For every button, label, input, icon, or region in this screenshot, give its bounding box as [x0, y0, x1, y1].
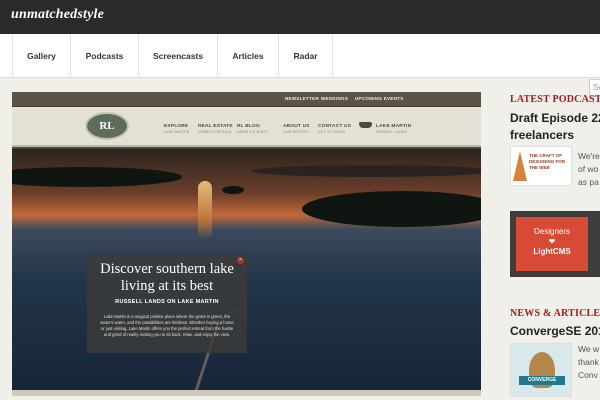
featured-nav-item: RL BLOG NEWS & EVENTS — [237, 124, 268, 134]
featured-util-bar: NEWSLETTER WEDDINGS UPCOMING EVENTS — [12, 92, 481, 107]
nav-screencasts[interactable]: Screencasts — [139, 34, 218, 78]
news-snippet-1: We w — [578, 344, 600, 354]
ad-line2: LightCMS — [533, 247, 571, 256]
shoreline-shape — [12, 167, 182, 187]
featured-nav-sub: LAKE MARTIN — [164, 130, 190, 134]
featured-logo-badge: RL — [85, 112, 129, 140]
lightcms-ad[interactable]: Designers ❤ LightCMS — [510, 211, 600, 277]
latest-podcast-heading: LATEST PODCAST — [510, 94, 600, 105]
boat-icon — [359, 122, 372, 128]
podcast-snippet-3: as pa — [578, 177, 599, 187]
nav-gallery[interactable]: Gallery — [12, 34, 71, 78]
featured-nav-sub: OUR HISTORY — [283, 130, 310, 134]
featured-nav-label: ABOUT US — [283, 124, 310, 129]
podcast-snippet-1: We're — [578, 151, 600, 161]
heart-icon: ❤ — [548, 237, 556, 246]
featured-nav-label: REAL ESTATE — [198, 124, 233, 129]
news-snippet-2: thank — [578, 357, 599, 367]
island-shape — [302, 191, 481, 227]
nav-podcasts[interactable]: Podcasts — [71, 34, 139, 78]
featured-nav-label: CONTACT US — [318, 124, 352, 129]
ad-line1: Designers — [533, 227, 570, 236]
podcast-title-line1[interactable]: Draft Episode 22: — [510, 111, 600, 125]
news-thumb-text: CONVERGE — [519, 376, 565, 385]
news-articles-heading: NEWS & ARTICLES — [510, 308, 600, 319]
podcast-thumbnail[interactable]: THE CRAFT OF DESIGNING FOR THE WEB — [510, 146, 572, 186]
featured-nav-item: CONTACT US GET IN TOUCH — [318, 124, 352, 134]
featured-site-header: RL EXPLORE LAKE MARTIN REAL ESTATE HOMES F… — [12, 107, 481, 147]
main-nav: Gallery Podcasts Screencasts Articles Ra… — [0, 34, 600, 97]
overlay-body: Lake Martin is a magical pristine place … — [100, 314, 234, 337]
featured-nav-item: ABOUT US OUR HISTORY — [283, 124, 310, 134]
featured-util-link: WEDDINGS — [321, 96, 349, 101]
featured-logo-text: RL — [99, 120, 115, 132]
featured-nav-item: LAKE MARTIN RUSSELL LANDS — [376, 124, 412, 134]
featured-nav-label: LAKE MARTIN — [376, 124, 412, 129]
featured-overlay-card: × Discover southern lake living at its b… — [87, 253, 247, 353]
nav-articles[interactable]: Articles — [218, 34, 279, 78]
site-logo[interactable]: unmatchedstyle — [11, 7, 104, 23]
distant-hills-shape — [252, 165, 481, 177]
top-bar: unmatchedstyle — [0, 0, 600, 34]
featured-site-screenshot[interactable]: NEWSLETTER WEDDINGS UPCOMING EVENTS RL E… — [12, 92, 481, 393]
news-snippet-3: Conv — [578, 370, 598, 380]
nav-radar[interactable]: Radar — [279, 34, 333, 78]
island-shape — [222, 186, 244, 194]
compass-icon — [513, 151, 527, 181]
featured-nav-sub: GET IN TOUCH — [318, 130, 346, 134]
lake-sunset-photo: × Discover southern lake living at its b… — [12, 149, 481, 393]
featured-nav-sub: HOMES FOR SALE — [198, 130, 232, 134]
podcast-snippet-2: of wo — [578, 164, 599, 174]
featured-nav-label: EXPLORE — [164, 124, 189, 129]
featured-util-link: UPCOMING EVENTS — [355, 96, 404, 101]
news-thumbnail[interactable]: CONVERGE — [510, 343, 572, 397]
podcast-title-line2[interactable]: freelancers — [510, 128, 574, 142]
ad-banner: Designers ❤ LightCMS — [516, 217, 588, 271]
featured-footer-strip — [12, 390, 481, 396]
overlay-headline: Discover southern lake living at its bes… — [100, 261, 234, 294]
news-title[interactable]: ConvergeSE 2013 — [510, 324, 600, 338]
podcast-thumb-text: THE CRAFT OF DESIGNING FOR THE WEB — [529, 153, 566, 170]
featured-nav-label: RL BLOG — [237, 124, 260, 129]
sun-reflection — [198, 181, 212, 239]
featured-nav-item: REAL ESTATE HOMES FOR SALE — [198, 124, 233, 134]
overlay-subheadline: RUSSELL LANDS ON LAKE MARTIN — [115, 299, 219, 305]
featured-nav-sub: NEWS & EVENTS — [237, 130, 269, 134]
featured-nav-item: EXPLORE LAKE MARTIN — [164, 124, 189, 134]
featured-nav-sub: RUSSELL LANDS — [376, 130, 408, 134]
featured-util-link: NEWSLETTER — [285, 96, 319, 101]
